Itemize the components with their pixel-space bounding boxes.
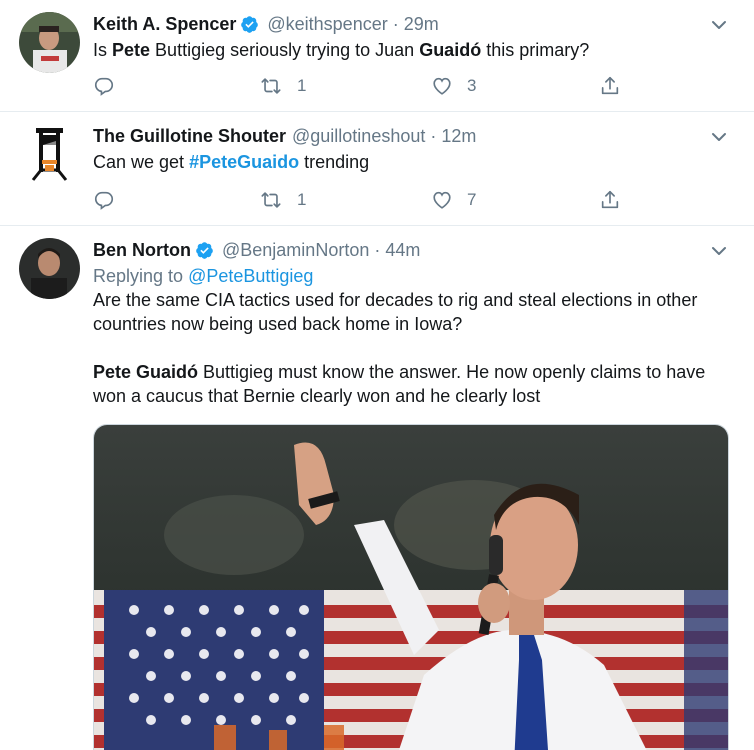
separator-dot: ·	[430, 125, 437, 146]
verified-badge-icon	[195, 241, 214, 260]
author-handle[interactable]: @keithspencer	[267, 14, 387, 35]
reply-button[interactable]	[93, 75, 129, 97]
author-name[interactable]: Keith A. Spencer	[93, 14, 236, 35]
author-handle[interactable]: @guillotineshout	[292, 126, 425, 147]
reply-icon	[94, 77, 114, 96]
like-count: 3	[467, 76, 477, 95]
tweet-text-paragraph-1: Are the same CIA tactics used for decade…	[93, 290, 698, 334]
text-segment: Can we get	[93, 152, 190, 172]
share-button[interactable]	[599, 75, 621, 97]
reply-button[interactable]	[93, 189, 129, 211]
tweet-text-paragraph-2: Pete Guaidó Buttigieg must know the answ…	[93, 360, 728, 408]
tweet-header: Ben Norton @BenjaminNorton · 44m	[93, 238, 728, 262]
share-icon	[601, 76, 619, 95]
separator-dot: ·	[374, 239, 381, 260]
like-button[interactable]: 3	[431, 75, 476, 97]
replying-to-link[interactable]: @PeteButtigieg	[188, 266, 313, 286]
share-icon	[601, 190, 619, 209]
replying-prefix: Replying to	[93, 266, 189, 286]
text-bold-segment: Guaidó	[419, 40, 482, 60]
tweet-content: The Guillotine Shouter @guillotineshout …	[93, 124, 728, 174]
caret-down-icon[interactable]	[710, 128, 728, 146]
retweet-icon	[261, 192, 281, 208]
tweet-header: Keith A. Spencer @keithspencer · 29m	[93, 12, 728, 36]
replying-to: Replying to @PeteButtigieg	[93, 264, 728, 288]
caret-down-icon[interactable]	[710, 242, 728, 260]
caret-down-icon[interactable]	[710, 16, 728, 34]
retweet-count: 1	[297, 76, 307, 95]
like-icon	[433, 77, 451, 95]
avatar[interactable]	[19, 238, 80, 299]
tweet-ben-norton[interactable]: Ben Norton @BenjaminNorton · 44m Replyin…	[0, 226, 754, 750]
tweet-timestamp[interactable]: 44m	[385, 240, 420, 261]
retweet-button[interactable]: 1	[259, 75, 306, 97]
author-name[interactable]: Ben Norton	[93, 240, 191, 261]
tweet-actions: 1 7	[93, 189, 653, 213]
text-bold-segment: Pete	[112, 40, 151, 60]
tweet-content: Ben Norton @BenjaminNorton · 44m Replyin…	[93, 238, 728, 408]
text-segment: this primary?	[481, 40, 590, 60]
text-segment: Is	[93, 40, 113, 60]
tweet-timestamp[interactable]: 12m	[441, 126, 476, 147]
tweet-guillotine-shouter[interactable]: The Guillotine Shouter @guillotineshout …	[0, 112, 754, 226]
like-button[interactable]: 7	[431, 189, 476, 211]
like-icon	[433, 191, 451, 209]
share-button[interactable]	[599, 189, 621, 211]
separator-dot: ·	[392, 13, 399, 34]
tweet-text: Is Pete Buttigieg seriously trying to Ju…	[93, 38, 728, 62]
verified-badge-icon	[240, 15, 259, 34]
tweet-content: Keith A. Spencer @keithspencer · 29m Is …	[93, 12, 728, 62]
tweet-timestamp[interactable]: 29m	[404, 14, 439, 35]
author-name[interactable]: The Guillotine Shouter	[93, 126, 286, 147]
retweet-icon	[261, 78, 281, 94]
hashtag-link[interactable]: #PeteGuaido	[189, 152, 299, 172]
tweet-header: The Guillotine Shouter @guillotineshout …	[93, 124, 728, 148]
tweet-keith-spencer[interactable]: Keith A. Spencer @keithspencer · 29m Is …	[0, 0, 754, 112]
text-segment: trending	[299, 152, 370, 172]
retweet-count: 1	[297, 190, 307, 209]
tweet-actions: 1 3	[93, 75, 653, 99]
author-handle[interactable]: @BenjaminNorton	[222, 240, 369, 261]
tweet-text: Can we get #PeteGuaido trending	[93, 150, 728, 174]
tweet-photo[interactable]	[93, 424, 729, 750]
text-bold-segment: Pete Guaidó	[93, 362, 199, 382]
avatar[interactable]	[19, 12, 80, 73]
avatar[interactable]	[19, 124, 80, 185]
retweet-button[interactable]: 1	[259, 189, 306, 211]
text-segment: Buttigieg seriously trying to Juan	[150, 40, 420, 60]
like-count: 7	[467, 190, 477, 209]
reply-icon	[94, 191, 114, 210]
